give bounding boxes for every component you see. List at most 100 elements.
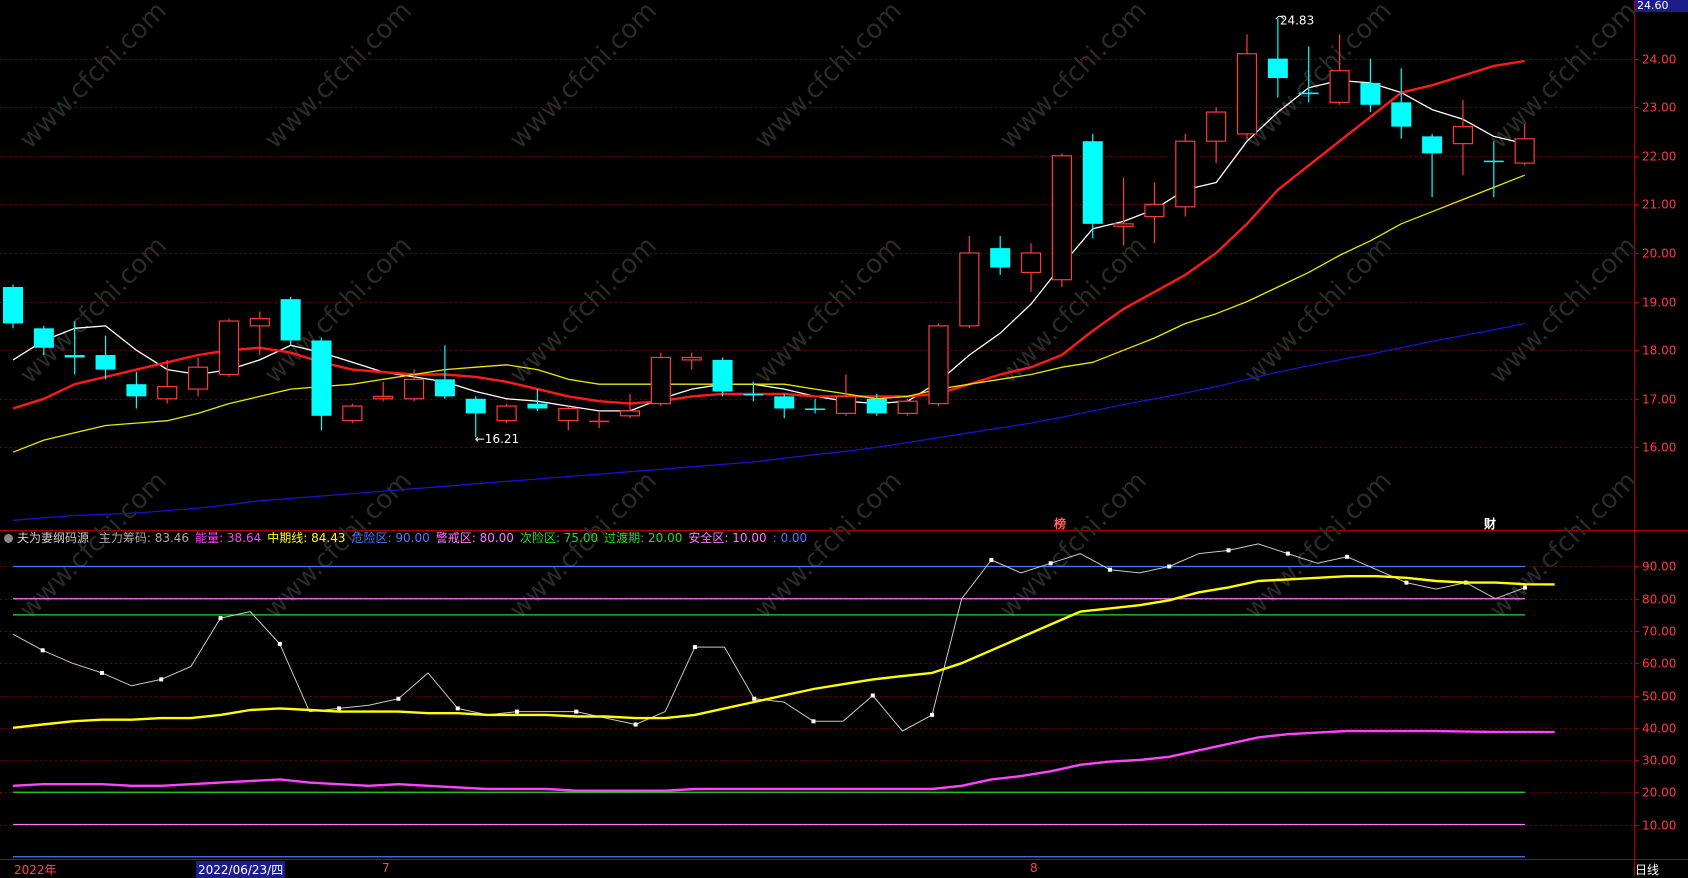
indicator-point — [337, 706, 342, 711]
watermark-text: www.cfchi.com — [994, 0, 1153, 155]
legend-item: 次险区: 75.00 — [519, 531, 599, 545]
price-tick-label: 21.00 — [1642, 198, 1676, 212]
legend-item: 安全区: 10.00 — [688, 531, 767, 545]
legend-item: 中期线: 84.43 — [267, 531, 346, 545]
indicator-settings-icon[interactable] — [4, 534, 13, 543]
legend-item: 主力筹码: 83.46 — [98, 531, 190, 545]
candle-body — [218, 320, 240, 376]
candle-body — [1020, 252, 1042, 274]
indicator-legend: 夫为妻纲码源 主力筹码: 83.46 能量: 38.64 中期线: 84.43 危险区… — [4, 529, 819, 546]
candle-body — [897, 400, 918, 414]
indicator-point — [574, 709, 579, 714]
candle-body — [1144, 203, 1165, 218]
candle-body — [496, 405, 517, 422]
watermark-text: www.cfchi.com — [1484, 466, 1643, 625]
candle-body — [619, 410, 641, 417]
indicator-point — [99, 670, 104, 675]
watermark-text: www.cfchi.com — [1239, 0, 1398, 155]
indicator-tick-label: 30.00 — [1642, 754, 1676, 768]
indicator-point — [1285, 551, 1290, 556]
indicator-point — [633, 722, 638, 727]
candle-body — [650, 356, 671, 405]
indicator-point — [1345, 554, 1350, 559]
candle-body — [1051, 155, 1073, 281]
indicator-point — [515, 709, 519, 714]
candle-body — [774, 396, 795, 409]
candle-body — [1267, 58, 1288, 79]
indicator-tick-label: 20.00 — [1642, 786, 1676, 800]
candle-body — [1298, 92, 1319, 95]
candle-body — [188, 366, 209, 390]
price-tick-label: 18.00 — [1642, 344, 1676, 358]
indicator-tick-label: 60.00 — [1642, 657, 1676, 671]
candle-body — [558, 407, 579, 422]
watermark-text: www.cfchi.com — [994, 466, 1153, 625]
watermark-text: www.cfchi.com — [749, 231, 908, 390]
candle-body — [835, 395, 857, 414]
x-label-year: 2022年 — [14, 863, 57, 877]
indicator-point — [1523, 585, 1527, 590]
candle-body — [1175, 140, 1196, 208]
price-tick-label: 24.00 — [1642, 53, 1676, 67]
candle-body — [527, 403, 548, 409]
indicator-line — [12, 729, 1555, 792]
finance-marker[interactable]: 财 — [1484, 515, 1496, 532]
candle-body — [928, 325, 949, 405]
legend-item: : 0.00 — [772, 531, 808, 545]
candle-body — [403, 378, 425, 400]
candle-body — [1206, 111, 1227, 142]
candle-body — [33, 328, 54, 348]
candle-body — [249, 317, 270, 327]
candle-body — [1329, 70, 1350, 103]
rank-marker[interactable]: 榜 — [1054, 515, 1066, 532]
candle-body — [1391, 102, 1412, 127]
watermark-text: www.cfchi.com — [1484, 0, 1643, 155]
indicator-point — [870, 693, 875, 698]
indicator-point — [989, 558, 994, 563]
indicator-point — [930, 712, 935, 717]
candle-body — [1483, 160, 1504, 163]
candle-body — [3, 287, 23, 324]
legend-item: 过渡期: 20.00 — [604, 531, 683, 545]
candle-body — [1452, 126, 1474, 145]
candle-body — [743, 393, 764, 396]
candle-body — [1113, 223, 1134, 227]
candle-body — [1360, 82, 1381, 105]
x-label-month-8: 8 — [1030, 861, 1038, 875]
indicator-point — [1226, 548, 1231, 553]
candle-body — [64, 355, 85, 358]
candle-body — [373, 395, 394, 400]
watermark-text: www.cfchi.com — [504, 231, 663, 390]
candle-body — [1082, 141, 1103, 224]
legend-item: 危险区: 90.00 — [351, 531, 430, 545]
watermark-text: www.cfchi.com — [1484, 231, 1643, 390]
period-label[interactable]: 日线 — [1635, 861, 1659, 878]
legend-item: 能量: 38.64 — [195, 531, 262, 545]
price-tick-label: 23.00 — [1642, 101, 1676, 115]
high-price-label: 24.83 — [1280, 13, 1314, 27]
indicator-point — [1404, 580, 1409, 585]
watermark-text: www.cfchi.com — [504, 0, 663, 155]
price-tick-label: 20.00 — [1642, 247, 1676, 261]
candle-body — [280, 299, 301, 341]
x-label-month-7: 7 — [382, 861, 390, 875]
chart-canvas[interactable]: 24.00 23.00 22.00 21.00 20.00 19.00 18.00 17.00… — [0, 0, 1688, 875]
watermark-text: www.cfchi.com — [994, 231, 1153, 390]
price-tick-label: 22.00 — [1642, 150, 1676, 164]
candle-body — [1514, 138, 1535, 164]
indicator-point — [218, 616, 223, 621]
candle-body — [1236, 53, 1258, 135]
indicator-point — [277, 641, 282, 646]
indicator-tick-label: 50.00 — [1642, 690, 1676, 704]
indicator-point — [1167, 564, 1172, 569]
watermark-text: www.cfchi.com — [14, 0, 173, 155]
indicator-point — [396, 696, 401, 701]
candle-body — [311, 340, 332, 416]
top-price-label: 24.60 — [1635, 0, 1688, 12]
indicator-point — [1048, 561, 1053, 566]
candle-body — [589, 420, 610, 423]
low-price-label: ←16.21 — [475, 432, 519, 446]
candle-body — [805, 408, 826, 411]
candle-body — [990, 248, 1011, 268]
candle-body — [959, 252, 980, 327]
